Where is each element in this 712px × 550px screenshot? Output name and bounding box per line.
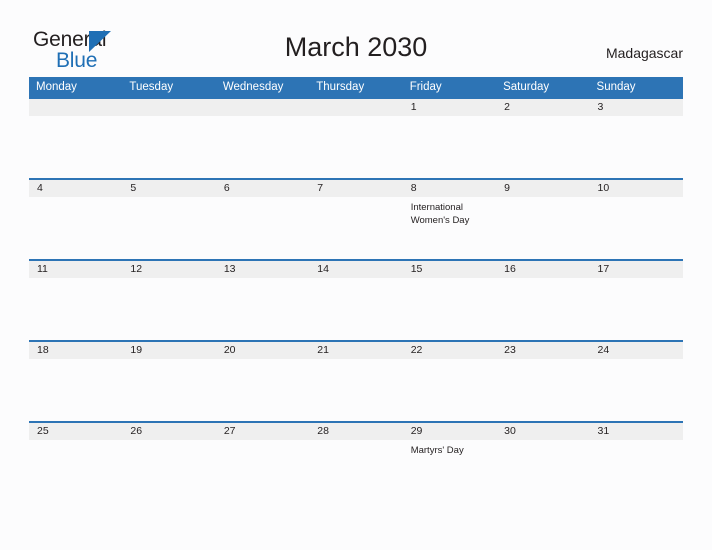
week-event-row xyxy=(29,278,683,340)
calendar-week-row: 18 19 20 21 22 23 24 xyxy=(29,340,683,421)
week-date-band: 18 19 20 21 22 23 24 xyxy=(29,342,683,359)
day-event xyxy=(590,278,683,340)
day-number[interactable]: 24 xyxy=(590,342,683,359)
week-event-row: International Women's Day xyxy=(29,197,683,259)
week-date-band: 1 2 3 xyxy=(29,99,683,116)
day-event xyxy=(496,278,589,340)
day-number[interactable]: 18 xyxy=(29,342,122,359)
day-event xyxy=(590,197,683,259)
day-event xyxy=(29,197,122,259)
day-event xyxy=(403,116,496,178)
day-number[interactable]: 11 xyxy=(29,261,122,278)
day-number[interactable]: 8 xyxy=(403,180,496,197)
day-event xyxy=(29,116,122,178)
day-number[interactable] xyxy=(29,99,122,116)
day-number[interactable]: 14 xyxy=(309,261,402,278)
day-event xyxy=(309,278,402,340)
day-event xyxy=(216,278,309,340)
day-event xyxy=(122,116,215,178)
day-event xyxy=(216,359,309,421)
day-event xyxy=(29,359,122,421)
day-number[interactable]: 3 xyxy=(590,99,683,116)
day-event xyxy=(122,359,215,421)
day-number[interactable]: 7 xyxy=(309,180,402,197)
day-number[interactable]: 1 xyxy=(403,99,496,116)
day-event: Martyrs' Day xyxy=(410,445,464,456)
day-number[interactable]: 19 xyxy=(122,342,215,359)
day-event xyxy=(590,116,683,178)
day-number[interactable] xyxy=(216,99,309,116)
dow-monday: Monday xyxy=(36,81,77,93)
day-event: International Women's Day xyxy=(410,202,470,226)
day-event xyxy=(496,116,589,178)
day-number[interactable]: 29 xyxy=(403,423,496,440)
calendar-grid: Monday Tuesday Wednesday Thursday Friday… xyxy=(29,77,683,502)
day-event xyxy=(216,197,309,259)
day-event xyxy=(496,359,589,421)
day-of-week-header: Monday Tuesday Wednesday Thursday Friday… xyxy=(29,77,683,97)
day-number[interactable]: 2 xyxy=(496,99,589,116)
day-number[interactable]: 20 xyxy=(216,342,309,359)
day-event xyxy=(29,278,122,340)
day-number[interactable]: 10 xyxy=(590,180,683,197)
calendar-page: General Blue March 2030 Madagascar Monda… xyxy=(0,0,712,550)
day-number[interactable] xyxy=(122,99,215,116)
day-event xyxy=(309,359,402,421)
day-number[interactable]: 28 xyxy=(309,423,402,440)
calendar-week-row: 4 5 6 7 8 9 10 International Women's Day xyxy=(29,178,683,259)
day-number[interactable]: 16 xyxy=(496,261,589,278)
day-number[interactable] xyxy=(309,99,402,116)
dow-wednesday: Wednesday xyxy=(222,81,284,93)
week-date-band: 4 5 6 7 8 9 10 xyxy=(29,180,683,197)
day-number[interactable]: 21 xyxy=(309,342,402,359)
day-event xyxy=(309,440,402,502)
week-event-row xyxy=(29,116,683,178)
day-number[interactable]: 27 xyxy=(216,423,309,440)
day-number[interactable]: 31 xyxy=(590,423,683,440)
day-number[interactable]: 15 xyxy=(403,261,496,278)
day-event xyxy=(122,197,215,259)
day-event xyxy=(29,440,122,502)
day-event xyxy=(496,440,589,502)
dow-thursday: Thursday xyxy=(316,81,365,93)
day-event xyxy=(216,116,309,178)
day-event xyxy=(590,359,683,421)
day-number[interactable]: 5 xyxy=(122,180,215,197)
dow-friday: Friday xyxy=(409,81,442,93)
day-number[interactable]: 25 xyxy=(29,423,122,440)
day-event xyxy=(122,440,215,502)
dow-saturday: Saturday xyxy=(503,81,550,93)
day-number[interactable]: 12 xyxy=(122,261,215,278)
calendar-week-row: 11 12 13 14 15 16 17 xyxy=(29,259,683,340)
day-number[interactable]: 6 xyxy=(216,180,309,197)
week-date-band: 25 26 27 28 29 30 31 xyxy=(29,423,683,440)
day-number[interactable]: 17 xyxy=(590,261,683,278)
day-event xyxy=(216,440,309,502)
week-event-row xyxy=(29,359,683,421)
day-number[interactable]: 4 xyxy=(29,180,122,197)
country-label: Madagascar xyxy=(605,45,683,61)
dow-sunday: Sunday xyxy=(596,81,636,93)
day-number[interactable]: 30 xyxy=(496,423,589,440)
day-event xyxy=(590,440,683,502)
calendar-week-row: 25 26 27 28 29 30 31 Martyrs' Day xyxy=(29,421,683,502)
calendar-week-row: 1 2 3 xyxy=(29,97,683,178)
day-number[interactable]: 22 xyxy=(403,342,496,359)
day-event xyxy=(309,197,402,259)
day-event xyxy=(496,197,589,259)
day-number[interactable]: 23 xyxy=(496,342,589,359)
day-number[interactable]: 13 xyxy=(216,261,309,278)
day-event xyxy=(403,278,496,340)
day-event xyxy=(122,278,215,340)
week-event-row: Martyrs' Day xyxy=(29,440,683,502)
day-event xyxy=(403,359,496,421)
dow-tuesday: Tuesday xyxy=(129,81,174,93)
day-number[interactable]: 9 xyxy=(496,180,589,197)
week-date-band: 11 12 13 14 15 16 17 xyxy=(29,261,683,278)
day-event xyxy=(309,116,402,178)
day-number[interactable]: 26 xyxy=(122,423,215,440)
